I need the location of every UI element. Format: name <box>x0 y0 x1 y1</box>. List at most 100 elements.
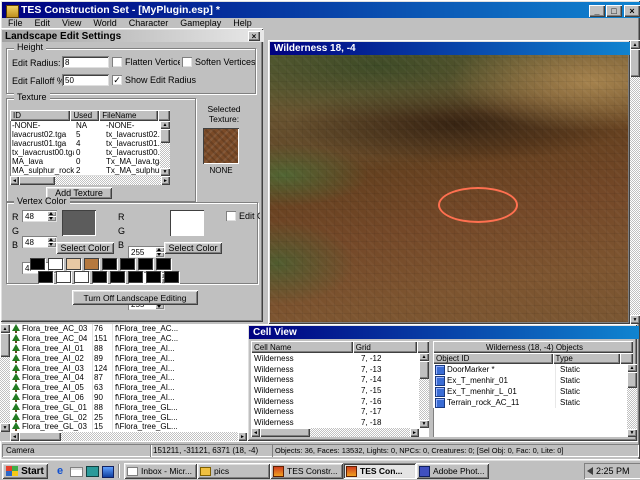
scroll-down-icon[interactable]: ▼ <box>627 429 637 437</box>
scroll-down-icon[interactable]: ▼ <box>630 315 640 324</box>
scroll-up-icon[interactable]: ▲ <box>160 121 170 129</box>
cell-row[interactable]: Wilderness 7, -12 <box>251 353 429 364</box>
scroll-right-icon[interactable]: ► <box>410 428 419 437</box>
channels-icon[interactable] <box>102 466 114 478</box>
scroll-left-icon[interactable]: ◄ <box>10 176 19 185</box>
spinner-down-icon[interactable] <box>47 216 56 221</box>
object-row[interactable]: Ex_T_menhir_L_01 Static <box>433 386 633 397</box>
render-viewport[interactable] <box>270 55 628 322</box>
soften-checkbox-box[interactable] <box>182 57 192 67</box>
spinner-down-icon[interactable] <box>155 252 164 257</box>
scroll-up-icon[interactable]: ▲ <box>630 40 640 49</box>
close-button[interactable]: × <box>624 5 640 17</box>
scroll-up-icon[interactable]: ▲ <box>0 324 10 333</box>
spinner-down-icon[interactable] <box>47 242 56 247</box>
turn-off-landscape-editing-button[interactable]: Turn Off Landscape Editing <box>72 290 198 305</box>
high-r-spinner[interactable]: 255 <box>128 246 165 258</box>
start-button[interactable]: Start <box>2 463 48 479</box>
palette-swatch[interactable] <box>66 258 81 270</box>
cell-row[interactable]: Wilderness 7, -14 <box>251 374 429 385</box>
scroll-right-icon[interactable]: ► <box>238 432 247 441</box>
task-button-tes-2-active[interactable]: TES Con... <box>343 463 416 479</box>
palette-swatch[interactable] <box>102 258 117 270</box>
texture-row[interactable]: MA_lava 0 Tx_MA_lava.tga <box>10 157 170 166</box>
grid-header[interactable]: Grid <box>353 341 417 353</box>
palette-swatch[interactable] <box>128 271 143 283</box>
palette-swatch[interactable] <box>138 258 153 270</box>
cell-list-hscroll-thumb[interactable] <box>260 428 310 437</box>
scroll-down-icon[interactable]: ▼ <box>0 423 10 432</box>
object-list-row[interactable]: Flora_tree_AI_01 88 f\Flora_tree_AI... <box>10 344 247 354</box>
scroll-left-icon[interactable]: ◄ <box>251 428 260 437</box>
texture-col-id[interactable]: ID <box>10 110 70 121</box>
texture-row[interactable]: tx_lavacrust00.tga 0 tx_lavacrust00.tga <box>10 148 170 157</box>
low-g-spinner[interactable]: 48 <box>22 236 57 248</box>
object-list-hscroll-thumb[interactable] <box>19 432 61 441</box>
show-edit-radius-checkbox[interactable]: ✓ Show Edit Radius <box>112 75 202 85</box>
task-button-inbox[interactable]: Inbox - Micr... <box>124 463 197 479</box>
object-list-row[interactable]: Flora_tree_AC_04 151 f\Flora_tree_AC... <box>10 334 247 344</box>
show-edit-radius-checkbox-box[interactable]: ✓ <box>112 75 122 85</box>
object-list-row[interactable]: Flora_tree_GL_01 88 f\Flora_tree_GL... <box>10 402 247 412</box>
scroll-right-icon[interactable]: ► <box>161 176 170 185</box>
menu-item-help[interactable]: Help <box>227 18 258 28</box>
palette-swatch[interactable] <box>30 258 45 270</box>
soften-vertices-checkbox[interactable]: Soften Vertices <box>182 57 256 67</box>
texture-row[interactable]: lavacrust02.tga 5 tx_lavacrust02.tga <box>10 130 170 139</box>
render-vscrollbar[interactable] <box>630 40 640 324</box>
object-list-row[interactable]: Flora_tree_AI_06 90 f\Flora_tree_AI... <box>10 393 247 403</box>
texture-hscroll-thumb[interactable] <box>19 176 55 185</box>
render-titlebar[interactable]: Wilderness 18, -4 <box>270 42 632 55</box>
minimize-button[interactable]: _ <box>589 5 605 17</box>
object-list-vscroll-thumb[interactable] <box>0 333 10 357</box>
internet-explorer-icon[interactable]: e <box>54 465 66 477</box>
cell-name-header[interactable]: Cell Name <box>251 341 353 353</box>
cell-row[interactable]: Wilderness 7, -15 <box>251 385 429 396</box>
object-list-row[interactable]: Flora_tree_AI_04 87 f\Flora_tree_AI... <box>10 373 247 383</box>
edit-falloff-input[interactable]: 50 <box>62 74 109 86</box>
window-titlebar[interactable]: TES Construction Set - [MyPlugin.esp] * … <box>2 2 640 18</box>
cell-view-titlebar[interactable]: Cell View <box>249 326 639 339</box>
palette-swatch[interactable] <box>146 271 161 283</box>
menu-item-gameplay[interactable]: Gameplay <box>174 18 227 28</box>
mail-icon[interactable] <box>70 467 83 477</box>
scroll-up-icon[interactable]: ▲ <box>419 353 429 361</box>
object-list-row[interactable]: Flora_tree_AI_02 89 f\Flora_tree_AI... <box>10 353 247 363</box>
flatten-vertices-checkbox[interactable]: Flatten Vertices <box>112 57 180 67</box>
dialog-titlebar[interactable]: Landscape Edit Settings <box>2 30 264 42</box>
type-header[interactable]: Type <box>553 353 621 364</box>
cell-row[interactable]: Wilderness 7, -17 <box>251 406 429 417</box>
task-button-pics[interactable]: pics <box>197 463 270 479</box>
volume-icon[interactable] <box>587 467 593 475</box>
palette-swatch[interactable] <box>92 271 107 283</box>
object-row[interactable]: Ex_T_menhir_01 Static <box>433 375 633 386</box>
flatten-checkbox-box[interactable] <box>112 57 122 67</box>
palette-swatch[interactable] <box>156 258 171 270</box>
object-list-row[interactable]: Flora_tree_AI_03 124 f\Flora_tree_AI... <box>10 363 247 373</box>
menu-item-file[interactable]: File <box>2 18 29 28</box>
object-list-row[interactable]: Flora_tree_GL_02 25 f\Flora_tree_GL... <box>10 412 247 422</box>
show-desktop-icon[interactable] <box>86 466 99 477</box>
palette-swatch[interactable] <box>56 271 71 283</box>
task-button-adobe[interactable]: Adobe Phot... <box>416 463 489 479</box>
scroll-down-icon[interactable]: ▼ <box>419 420 429 428</box>
palette-swatch[interactable] <box>48 258 63 270</box>
object-list-row[interactable]: Flora_tree_AC_03 76 f\Flora_tree_AC... <box>10 324 247 334</box>
object-list-row[interactable]: Flora_tree_GL_03 15 f\Flora_tree_GL... <box>10 422 247 432</box>
texture-col-filename[interactable]: FileName <box>99 110 158 121</box>
menu-item-edit[interactable]: Edit <box>29 18 57 28</box>
palette-swatch[interactable] <box>38 271 53 283</box>
texture-row[interactable]: MA_sulphur_rock09 2 Tx_MA_sulphur_r... <box>10 166 170 175</box>
palette-swatch[interactable] <box>74 271 89 283</box>
object-row[interactable]: Terrain_rock_AC_11 Static <box>433 397 633 408</box>
task-button-tes-1[interactable]: TES Constr... <box>270 463 343 479</box>
object-id-header[interactable]: Object ID <box>433 353 553 364</box>
scroll-down-icon[interactable]: ▼ <box>160 168 170 176</box>
palette-swatch[interactable] <box>120 258 135 270</box>
scroll-up-icon[interactable]: ▲ <box>627 364 637 372</box>
maximize-button[interactable]: □ <box>606 5 622 17</box>
cell-row[interactable]: Wilderness 7, -16 <box>251 396 429 407</box>
low-r-spinner[interactable]: 48 <box>22 210 57 222</box>
palette-swatch[interactable] <box>164 271 179 283</box>
cell-list-vscroll-thumb[interactable] <box>419 361 429 379</box>
